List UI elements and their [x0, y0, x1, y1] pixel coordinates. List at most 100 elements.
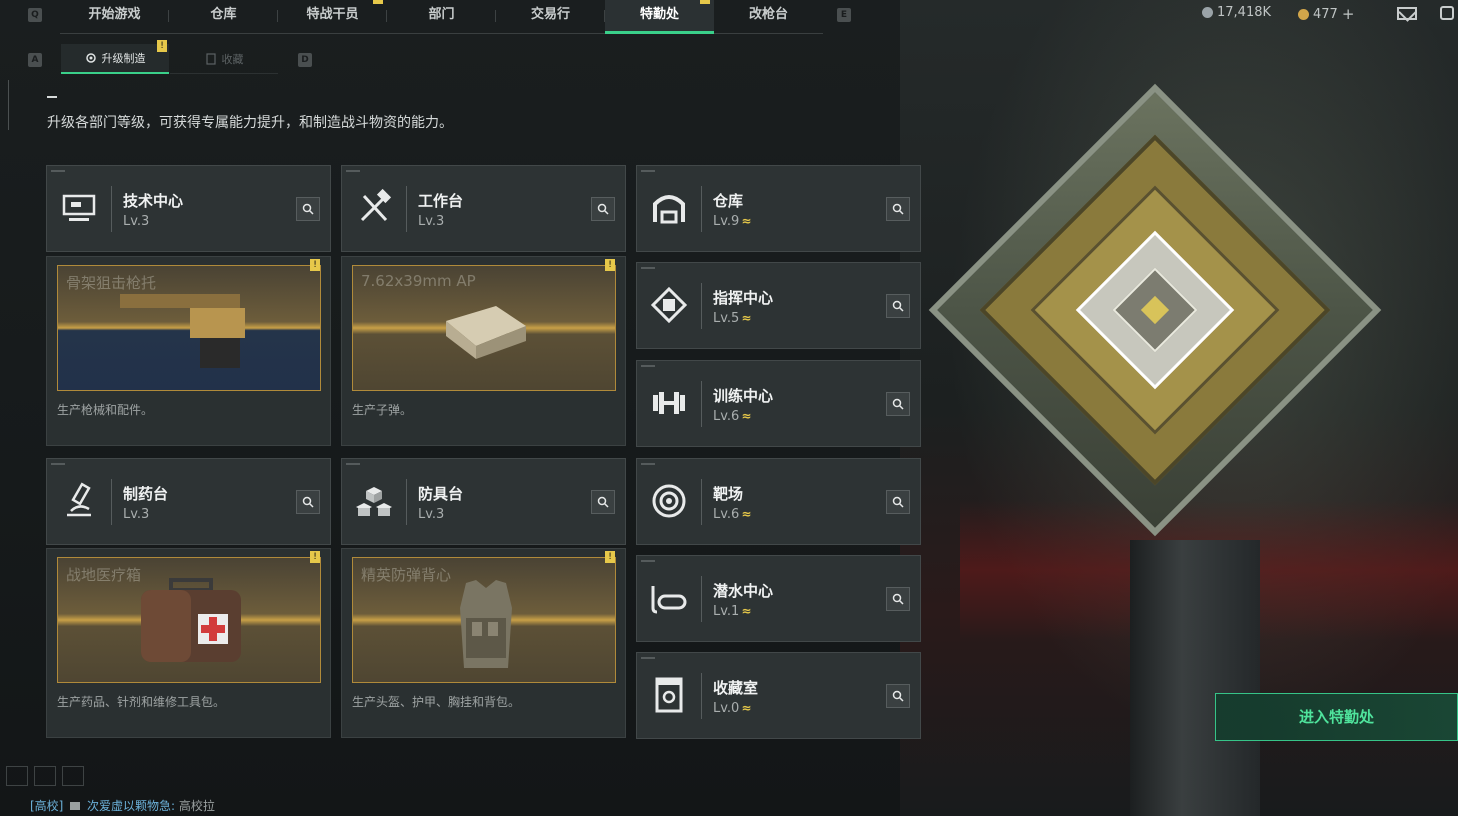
card-title: 工作台 [418, 192, 464, 210]
level-up-icon: ≈ [741, 311, 752, 325]
armor-production-panel[interactable]: 精英防弹背心 ! 生产头盔、护甲、胸挂和背包。 [341, 548, 626, 738]
card-title: 制药台 [123, 485, 169, 503]
diving-icon [651, 586, 687, 614]
tab-warehouse[interactable]: 仓库 [169, 0, 278, 34]
tab-start-game[interactable]: 开始游戏 [60, 0, 169, 34]
chat-line[interactable]: [高校] 次爱虚以颗物急: 高校拉 [30, 797, 215, 814]
card-level: Lv.3 [123, 214, 150, 229]
gold-amount: 477 [1313, 6, 1338, 22]
scene-pillar [1130, 540, 1260, 816]
level-up-icon: ≈ [741, 701, 752, 715]
card-title: 指挥中心 [713, 289, 774, 307]
settings-icon[interactable] [1440, 6, 1454, 20]
silver-coin-icon [1202, 7, 1213, 18]
card-title: 防具台 [418, 485, 464, 503]
search-icon [597, 203, 609, 215]
workbench-card[interactable]: 工作台 Lv.3 [341, 165, 626, 252]
product-badge: ! [605, 259, 615, 271]
add-gold-button[interactable]: + [1342, 5, 1355, 23]
level-up-icon: ≈ [741, 214, 752, 228]
tab-special-ops[interactable]: 特勤处 [605, 0, 714, 34]
bottom-quick-icons [6, 766, 84, 786]
nav-tabs: 开始游戏 仓库 特战干员 部门 交易行 特勤处 改枪台 [60, 0, 823, 34]
quick-slot-icon[interactable] [6, 766, 28, 786]
desc-marker [47, 96, 57, 98]
product-image[interactable]: 7.62x39mm AP [352, 265, 616, 391]
card-level: Lv.3 [418, 507, 445, 522]
silver-currency: 17,418K [1202, 5, 1271, 20]
gold-currency: 477 + [1298, 5, 1354, 23]
search-button[interactable] [296, 490, 320, 514]
chat-message: 高校拉 [178, 799, 215, 813]
quick-slot-icon[interactable] [62, 766, 84, 786]
level-up-icon: ≈ [741, 507, 752, 521]
product-badge: ! [605, 551, 615, 563]
page-description: 升级各部门等级，可获得专属能力提升，和制造战斗物资的能力。 [47, 115, 453, 131]
tech-center-card[interactable]: 技术中心 Lv.3 [46, 165, 331, 252]
card-level: Lv.3 [418, 214, 445, 229]
workbench-production-panel[interactable]: 7.62x39mm AP ! 生产子弹。 [341, 256, 626, 446]
sniper-stock-image [120, 294, 245, 368]
search-button[interactable] [886, 684, 910, 708]
target-icon [652, 484, 686, 518]
search-button[interactable] [296, 197, 320, 221]
product-description: 生产枪械和配件。 [57, 403, 154, 417]
department-card-warehouse[interactable]: 仓库 Lv.9 ≈ [636, 165, 921, 252]
gold-coin-icon [1298, 8, 1309, 20]
chat-sender: 次爱虚以颗物急: [87, 799, 176, 813]
subtab-upgrade[interactable]: 升级制造 ! [61, 40, 169, 74]
tech-production-panel[interactable]: 骨架狙击枪托 ! 生产枪械和配件。 [46, 256, 331, 446]
warehouse-icon [653, 195, 685, 224]
search-button[interactable] [591, 197, 615, 221]
tab-departments[interactable]: 部门 [387, 0, 496, 34]
pharmacy-production-panel[interactable]: 战地医疗箱 ! 生产药品、针剂和维修工具包。 [46, 548, 331, 738]
mail-icon[interactable] [1397, 7, 1417, 20]
search-icon [302, 496, 314, 508]
pharmacy-card[interactable]: 制药台 Lv.3 [46, 458, 331, 545]
search-button[interactable] [886, 294, 910, 318]
tab-market[interactable]: 交易行 [496, 0, 605, 34]
department-card-range[interactable]: 靶场 Lv.6 ≈ [636, 458, 921, 545]
product-image[interactable]: 精英防弹背心 [352, 557, 616, 683]
department-card-command[interactable]: 指挥中心 Lv.5 ≈ [636, 262, 921, 349]
key-hint-left: Q [28, 8, 42, 22]
product-image[interactable]: 骨架狙击枪托 [57, 265, 321, 391]
search-button[interactable] [591, 490, 615, 514]
search-button[interactable] [886, 490, 910, 514]
card-title: 仓库 [713, 192, 744, 210]
tab-badge [373, 0, 383, 4]
key-hint-a: A [28, 53, 42, 67]
dumbbell-icon [653, 392, 685, 414]
chat-lock-icon [70, 802, 81, 810]
left-edge-line [8, 80, 9, 130]
collect-icon [205, 52, 216, 65]
search-icon [892, 300, 904, 312]
search-button[interactable] [886, 197, 910, 221]
search-icon [892, 690, 904, 702]
product-description: 生产药品、针剂和维修工具包。 [57, 695, 226, 709]
product-image[interactable]: 战地医疗箱 [57, 557, 321, 683]
product-badge: ! [310, 551, 320, 563]
search-icon [302, 203, 314, 215]
card-level: Lv.1 ≈ [713, 604, 752, 619]
ammo-box-image [446, 306, 526, 359]
top-navigation: Q 开始游戏 仓库 特战干员 部门 交易行 特勤处 改枪台 E 17,418K … [0, 0, 1458, 34]
product-name: 7.62x39mm AP [361, 272, 476, 290]
tab-operators[interactable]: 特战干员 [278, 0, 387, 34]
subtab-collect[interactable]: 收藏 [170, 44, 278, 74]
enter-special-ops-button[interactable]: 进入特勤处 [1215, 693, 1458, 741]
search-button[interactable] [886, 587, 910, 611]
product-description: 生产子弹。 [352, 403, 413, 417]
gear-icon [85, 53, 96, 63]
department-card-diving[interactable]: 潜水中心 Lv.1 ≈ [636, 555, 921, 642]
department-card-training[interactable]: 训练中心 Lv.6 ≈ [636, 360, 921, 447]
armor-card[interactable]: 防具台 Lv.3 [341, 458, 626, 545]
level-up-icon: ≈ [741, 604, 752, 618]
product-badge: ! [310, 259, 320, 271]
quick-slot-icon[interactable] [34, 766, 56, 786]
card-level: Lv.5 ≈ [713, 311, 752, 326]
search-button[interactable] [886, 392, 910, 416]
department-card-collection[interactable]: 收藏室 Lv.0 ≈ [636, 652, 921, 739]
tab-gunsmith[interactable]: 改枪台 [714, 0, 823, 34]
search-icon [892, 398, 904, 410]
